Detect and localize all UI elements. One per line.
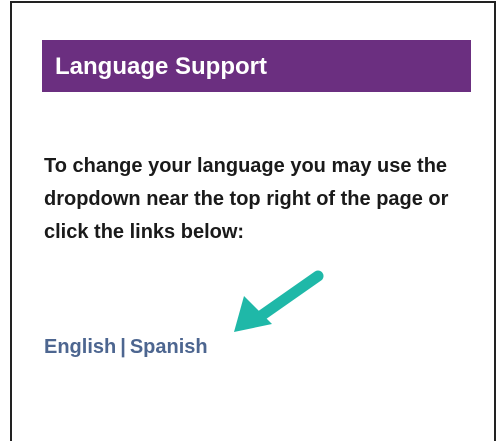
arrow-pointing-down-left-icon <box>234 270 324 332</box>
section-title: Language Support <box>55 53 267 80</box>
language-links: English | Spanish <box>44 336 208 359</box>
link-separator: | <box>120 336 126 358</box>
instructions-text: To change your language you may use the … <box>44 155 449 243</box>
english-link[interactable]: English <box>44 336 116 358</box>
section-header: Language Support <box>42 40 471 92</box>
spanish-link[interactable]: Spanish <box>130 336 208 358</box>
